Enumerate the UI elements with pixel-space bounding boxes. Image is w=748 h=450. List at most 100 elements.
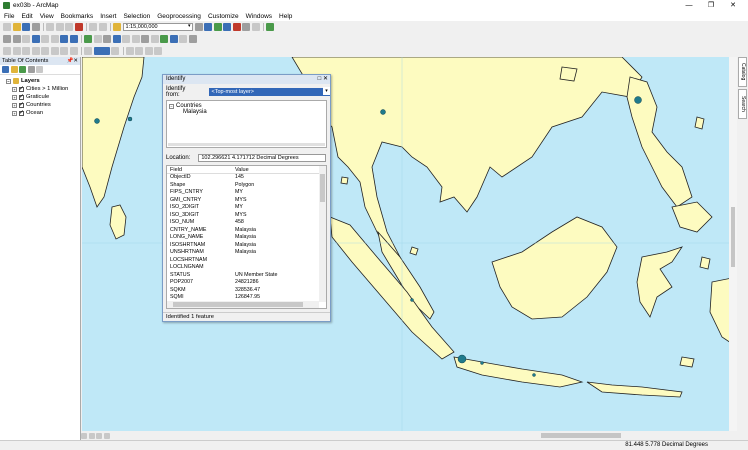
find-icon[interactable] <box>150 34 159 43</box>
attribute-row[interactable]: STATUS UN Member State <box>167 272 326 280</box>
select-features-icon[interactable] <box>84 34 92 43</box>
zoom-out-icon[interactable] <box>12 34 21 43</box>
layer-checkbox[interactable] <box>19 101 24 108</box>
table-of-contents-icon[interactable] <box>204 22 212 31</box>
georef-icon[interactable] <box>144 46 153 55</box>
menu-edit[interactable]: Edit <box>21 13 32 20</box>
identify-title-bar[interactable]: Identify □ ✕ <box>163 75 330 84</box>
menu-bookmarks[interactable]: Bookmarks <box>61 13 94 20</box>
toc-options-icon[interactable] <box>36 66 43 73</box>
menu-help[interactable]: Help <box>279 13 292 20</box>
attribute-row[interactable]: FIPS_CNTRY MY <box>167 189 326 197</box>
minimize-button[interactable]: — <box>678 0 700 11</box>
line-color-icon[interactable] <box>111 46 119 55</box>
fixed-zoom-out-icon[interactable] <box>50 34 59 43</box>
attribute-row[interactable]: LONG_NAME Malaysia <box>167 234 326 242</box>
menu-windows[interactable]: Windows <box>246 13 272 20</box>
text-icon[interactable] <box>22 46 30 55</box>
arctoolbox-icon[interactable] <box>232 22 241 31</box>
open-icon[interactable] <box>12 22 21 31</box>
map-horizontal-scrollbar[interactable] <box>131 431 737 440</box>
layer-ocean[interactable]: + Ocean <box>6 109 80 117</box>
create-viewer-icon[interactable] <box>179 34 187 43</box>
list-by-selection-icon[interactable] <box>27 66 35 73</box>
layer-countries[interactable]: + Countries <box>6 101 80 109</box>
layer-graticule[interactable]: + Graticule <box>6 93 80 101</box>
menu-selection[interactable]: Selection <box>123 13 150 20</box>
fixed-zoom-in-icon[interactable] <box>41 34 49 43</box>
expand-icon[interactable]: + <box>12 86 17 92</box>
layout-icon[interactable] <box>154 46 162 55</box>
pan-icon[interactable] <box>22 34 30 43</box>
layer-checkbox[interactable] <box>19 109 24 116</box>
model-builder-icon[interactable] <box>251 22 260 31</box>
identify-from-select[interactable]: <Top-most layer> <box>208 87 331 96</box>
catalog-icon[interactable] <box>213 22 222 31</box>
attribute-row[interactable]: ISO_3DIGIT MYS <box>167 212 326 220</box>
layers-group[interactable]: − Layers <box>6 77 80 85</box>
attribute-row[interactable]: ISOSHRTNAM Malaysia <box>167 242 326 250</box>
attribute-vertical-scrollbar[interactable] <box>319 166 326 302</box>
attribute-row[interactable]: SQKM 328536.47 <box>167 287 326 295</box>
attribute-row[interactable]: CNTRY_NAME Malaysia <box>167 227 326 235</box>
map-vertical-scrollbar[interactable] <box>729 57 737 431</box>
list-by-source-icon[interactable] <box>10 66 18 73</box>
list-by-drawing-order-icon[interactable] <box>2 66 9 73</box>
catalog-tab[interactable]: Catalog <box>738 57 747 87</box>
attribute-row[interactable]: ObjectID 145 <box>167 174 326 182</box>
collapse-icon[interactable]: − <box>6 78 11 84</box>
attribute-horizontal-scrollbar[interactable] <box>167 301 319 308</box>
attribute-row[interactable]: POP2007 24821286 <box>167 279 326 287</box>
identify-icon[interactable] <box>112 34 121 43</box>
delete-icon[interactable] <box>74 22 83 31</box>
collapse-icon[interactable]: − <box>169 103 174 109</box>
attribute-row[interactable]: LOCLNGNAM <box>167 264 326 272</box>
attribute-row[interactable]: ISO_2DIGIT MY <box>167 204 326 212</box>
cut-icon[interactable] <box>46 22 54 31</box>
attribute-row[interactable]: GMI_CNTRY MYS <box>167 197 326 205</box>
maximize-button[interactable]: ❐ <box>700 0 722 11</box>
go-to-xy-icon[interactable] <box>160 34 168 43</box>
python-icon[interactable] <box>242 22 250 31</box>
search-tab[interactable]: Search <box>738 89 747 119</box>
whats-this-icon[interactable] <box>266 22 274 31</box>
zoom-in-icon[interactable] <box>3 34 11 43</box>
add-data-icon[interactable] <box>113 22 121 31</box>
hyperlink-icon[interactable] <box>122 34 130 43</box>
group-icon[interactable] <box>69 46 78 55</box>
snapping-icon[interactable] <box>135 46 143 55</box>
editor-toolbar-icon[interactable] <box>125 46 134 55</box>
layout-view-icon[interactable] <box>88 432 95 439</box>
tree-feature-node[interactable]: Malaysia <box>169 109 324 115</box>
copy-icon[interactable] <box>55 22 64 31</box>
layer-cities[interactable]: + Cities > 1 Million <box>6 85 80 93</box>
pause-drawing-icon[interactable] <box>103 432 110 439</box>
html-popup-icon[interactable] <box>131 34 140 43</box>
menu-file[interactable]: File <box>4 13 14 20</box>
layer-checkbox[interactable] <box>19 93 24 100</box>
attribute-row[interactable]: ISO_NUM 458 <box>167 219 326 227</box>
attribute-row[interactable]: Shape Polygon <box>167 182 326 190</box>
forward-extent-icon[interactable] <box>69 34 78 43</box>
menu-geoprocessing[interactable]: Geoprocessing <box>157 13 201 20</box>
attribute-row[interactable]: UNSHRTNAM Malaysia <box>167 249 326 257</box>
map-scale-input[interactable]: 1:15,000,000 <box>122 22 193 31</box>
menu-customize[interactable]: Customize <box>208 13 239 20</box>
measure-icon[interactable] <box>141 34 149 43</box>
expand-icon[interactable]: + <box>12 94 17 100</box>
undo-icon[interactable] <box>89 22 97 31</box>
identify-window-controls[interactable]: □ ✕ <box>318 75 328 84</box>
tree-scrollbar[interactable] <box>168 143 325 146</box>
align-icon[interactable] <box>60 46 68 55</box>
redo-icon[interactable] <box>98 22 107 31</box>
attribute-row[interactable]: LOCSHRTNAM <box>167 257 326 265</box>
expand-icon[interactable]: + <box>12 110 17 116</box>
expand-icon[interactable]: + <box>12 102 17 108</box>
new-icon[interactable] <box>3 22 11 31</box>
pin-icon[interactable]: 📌✕ <box>67 57 78 65</box>
draw-select-icon[interactable] <box>3 46 11 55</box>
layer-properties-icon[interactable] <box>188 34 197 43</box>
print-icon[interactable] <box>31 22 40 31</box>
menu-view[interactable]: View <box>40 13 54 20</box>
rotate-icon[interactable] <box>41 46 49 55</box>
